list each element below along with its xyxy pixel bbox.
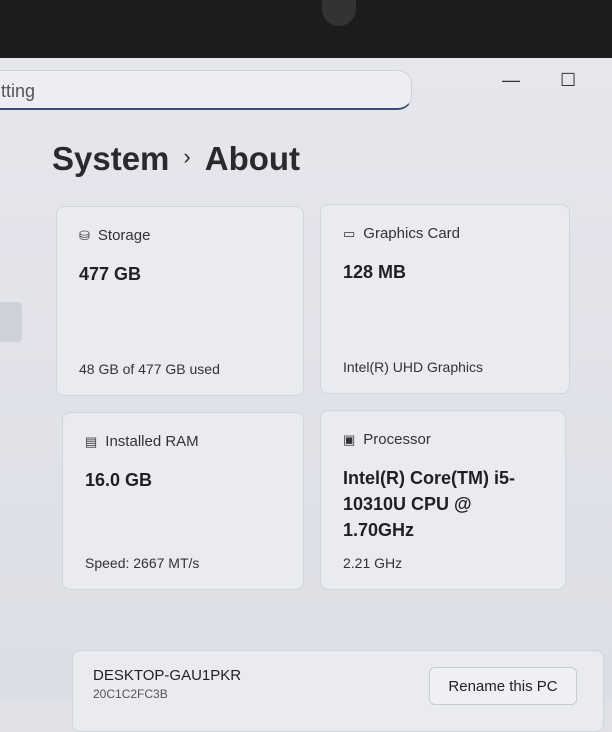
breadcrumb-about: About <box>204 140 301 177</box>
screen-bezel <box>0 0 612 58</box>
graphics-card-card: ▭ Graphics Card 128 MB Intel(R) UHD Graph… <box>320 204 570 394</box>
device-model: 20C1C2FC3B <box>93 687 168 701</box>
page-title: System › About <box>52 140 300 178</box>
camera-icon <box>322 0 356 26</box>
card-label: Installed RAM <box>105 433 199 450</box>
device-name: DESKTOP-GAU1PKR <box>93 667 242 684</box>
card-value: 128 MB <box>343 262 407 282</box>
card-sub: Speed: 2667 MT/s <box>85 555 200 571</box>
search-value: tting <box>1 81 36 101</box>
breadcrumb-system[interactable]: System <box>52 140 169 177</box>
breadcrumb-separator: › <box>183 144 191 169</box>
rename-pc-button[interactable]: Rename this PC <box>429 667 577 705</box>
card-sub: Intel(R) UHD Graphics <box>343 359 484 375</box>
card-sub: 48 GB of 477 GB used <box>79 361 220 377</box>
card-value: Intel(R) Core(TM) i5-10310U CPU @ 1.70GH… <box>343 468 515 540</box>
card-label: Processor <box>363 431 431 448</box>
card-value: 477 GB <box>79 264 142 284</box>
minimize-button[interactable]: — <box>502 70 520 91</box>
card-value: 16.0 GB <box>85 470 153 490</box>
card-label: Graphics Card <box>363 225 460 242</box>
ram-icon: ▤ <box>85 434 98 449</box>
ram-card: ▤ Installed RAM 16.0 GB Speed: 2667 MT/s <box>62 412 304 590</box>
card-label: Storage <box>97 227 151 244</box>
settings-window: tting — ☐ System › About ⛁ Storage 477 GB 4… <box>0 58 612 732</box>
maximize-button[interactable]: ☐ <box>560 70 576 91</box>
processor-icon: ▣ <box>343 432 356 447</box>
sidebar-selected-item[interactable] <box>0 302 22 342</box>
card-sub: 2.21 GHz <box>343 555 403 571</box>
storage-card: ⛁ Storage 477 GB 48 GB of 477 GB used <box>56 206 304 396</box>
storage-icon: ⛁ <box>79 228 90 243</box>
search-input[interactable]: tting <box>0 70 412 110</box>
processor-card: ▣ Processor Intel(R) Core(TM) i5-10310U C… <box>320 410 566 590</box>
graphics-card-icon: ▭ <box>343 226 356 241</box>
device-name-card: DESKTOP-GAU1PKR 20C1C2FC3B Rename this P… <box>72 650 604 732</box>
